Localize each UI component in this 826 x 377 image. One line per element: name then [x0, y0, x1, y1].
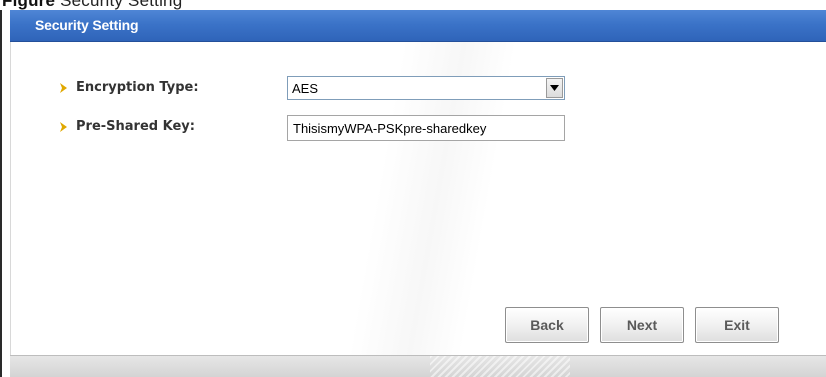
- pre-shared-key-input[interactable]: ThisismyWPA-PSKpre-sharedkey: [287, 115, 565, 141]
- next-button[interactable]: Next: [600, 307, 684, 343]
- figure-caption-prefix: Figure: [2, 0, 56, 10]
- chevron-right-icon: [58, 121, 70, 133]
- footer-bar: [10, 355, 826, 377]
- encryption-type-label: Encryption Type:: [58, 80, 199, 95]
- wizard-window: Security Setting Encryption Type: AES Pr…: [0, 10, 826, 377]
- pre-shared-key-label-text: Pre-Shared Key:: [76, 119, 195, 134]
- chevron-right-icon: [58, 82, 70, 94]
- pre-shared-key-label: Pre-Shared Key:: [58, 119, 195, 134]
- encryption-type-label-text: Encryption Type:: [76, 80, 199, 95]
- encryption-type-value: AES: [292, 80, 319, 96]
- footer-hatch: [430, 356, 570, 377]
- dropdown-button[interactable]: [546, 78, 563, 98]
- window-title: Security Setting: [35, 17, 139, 33]
- figure-caption-text: Security Setting: [60, 0, 183, 10]
- chevron-down-icon: [550, 85, 559, 91]
- security-setting-panel: Encryption Type: AES Pre-Shared Key: Thi…: [10, 42, 826, 355]
- back-button[interactable]: Back: [505, 307, 589, 343]
- encryption-type-select[interactable]: AES: [287, 76, 565, 100]
- exit-button[interactable]: Exit: [695, 307, 779, 343]
- title-bar: Security Setting: [10, 10, 826, 42]
